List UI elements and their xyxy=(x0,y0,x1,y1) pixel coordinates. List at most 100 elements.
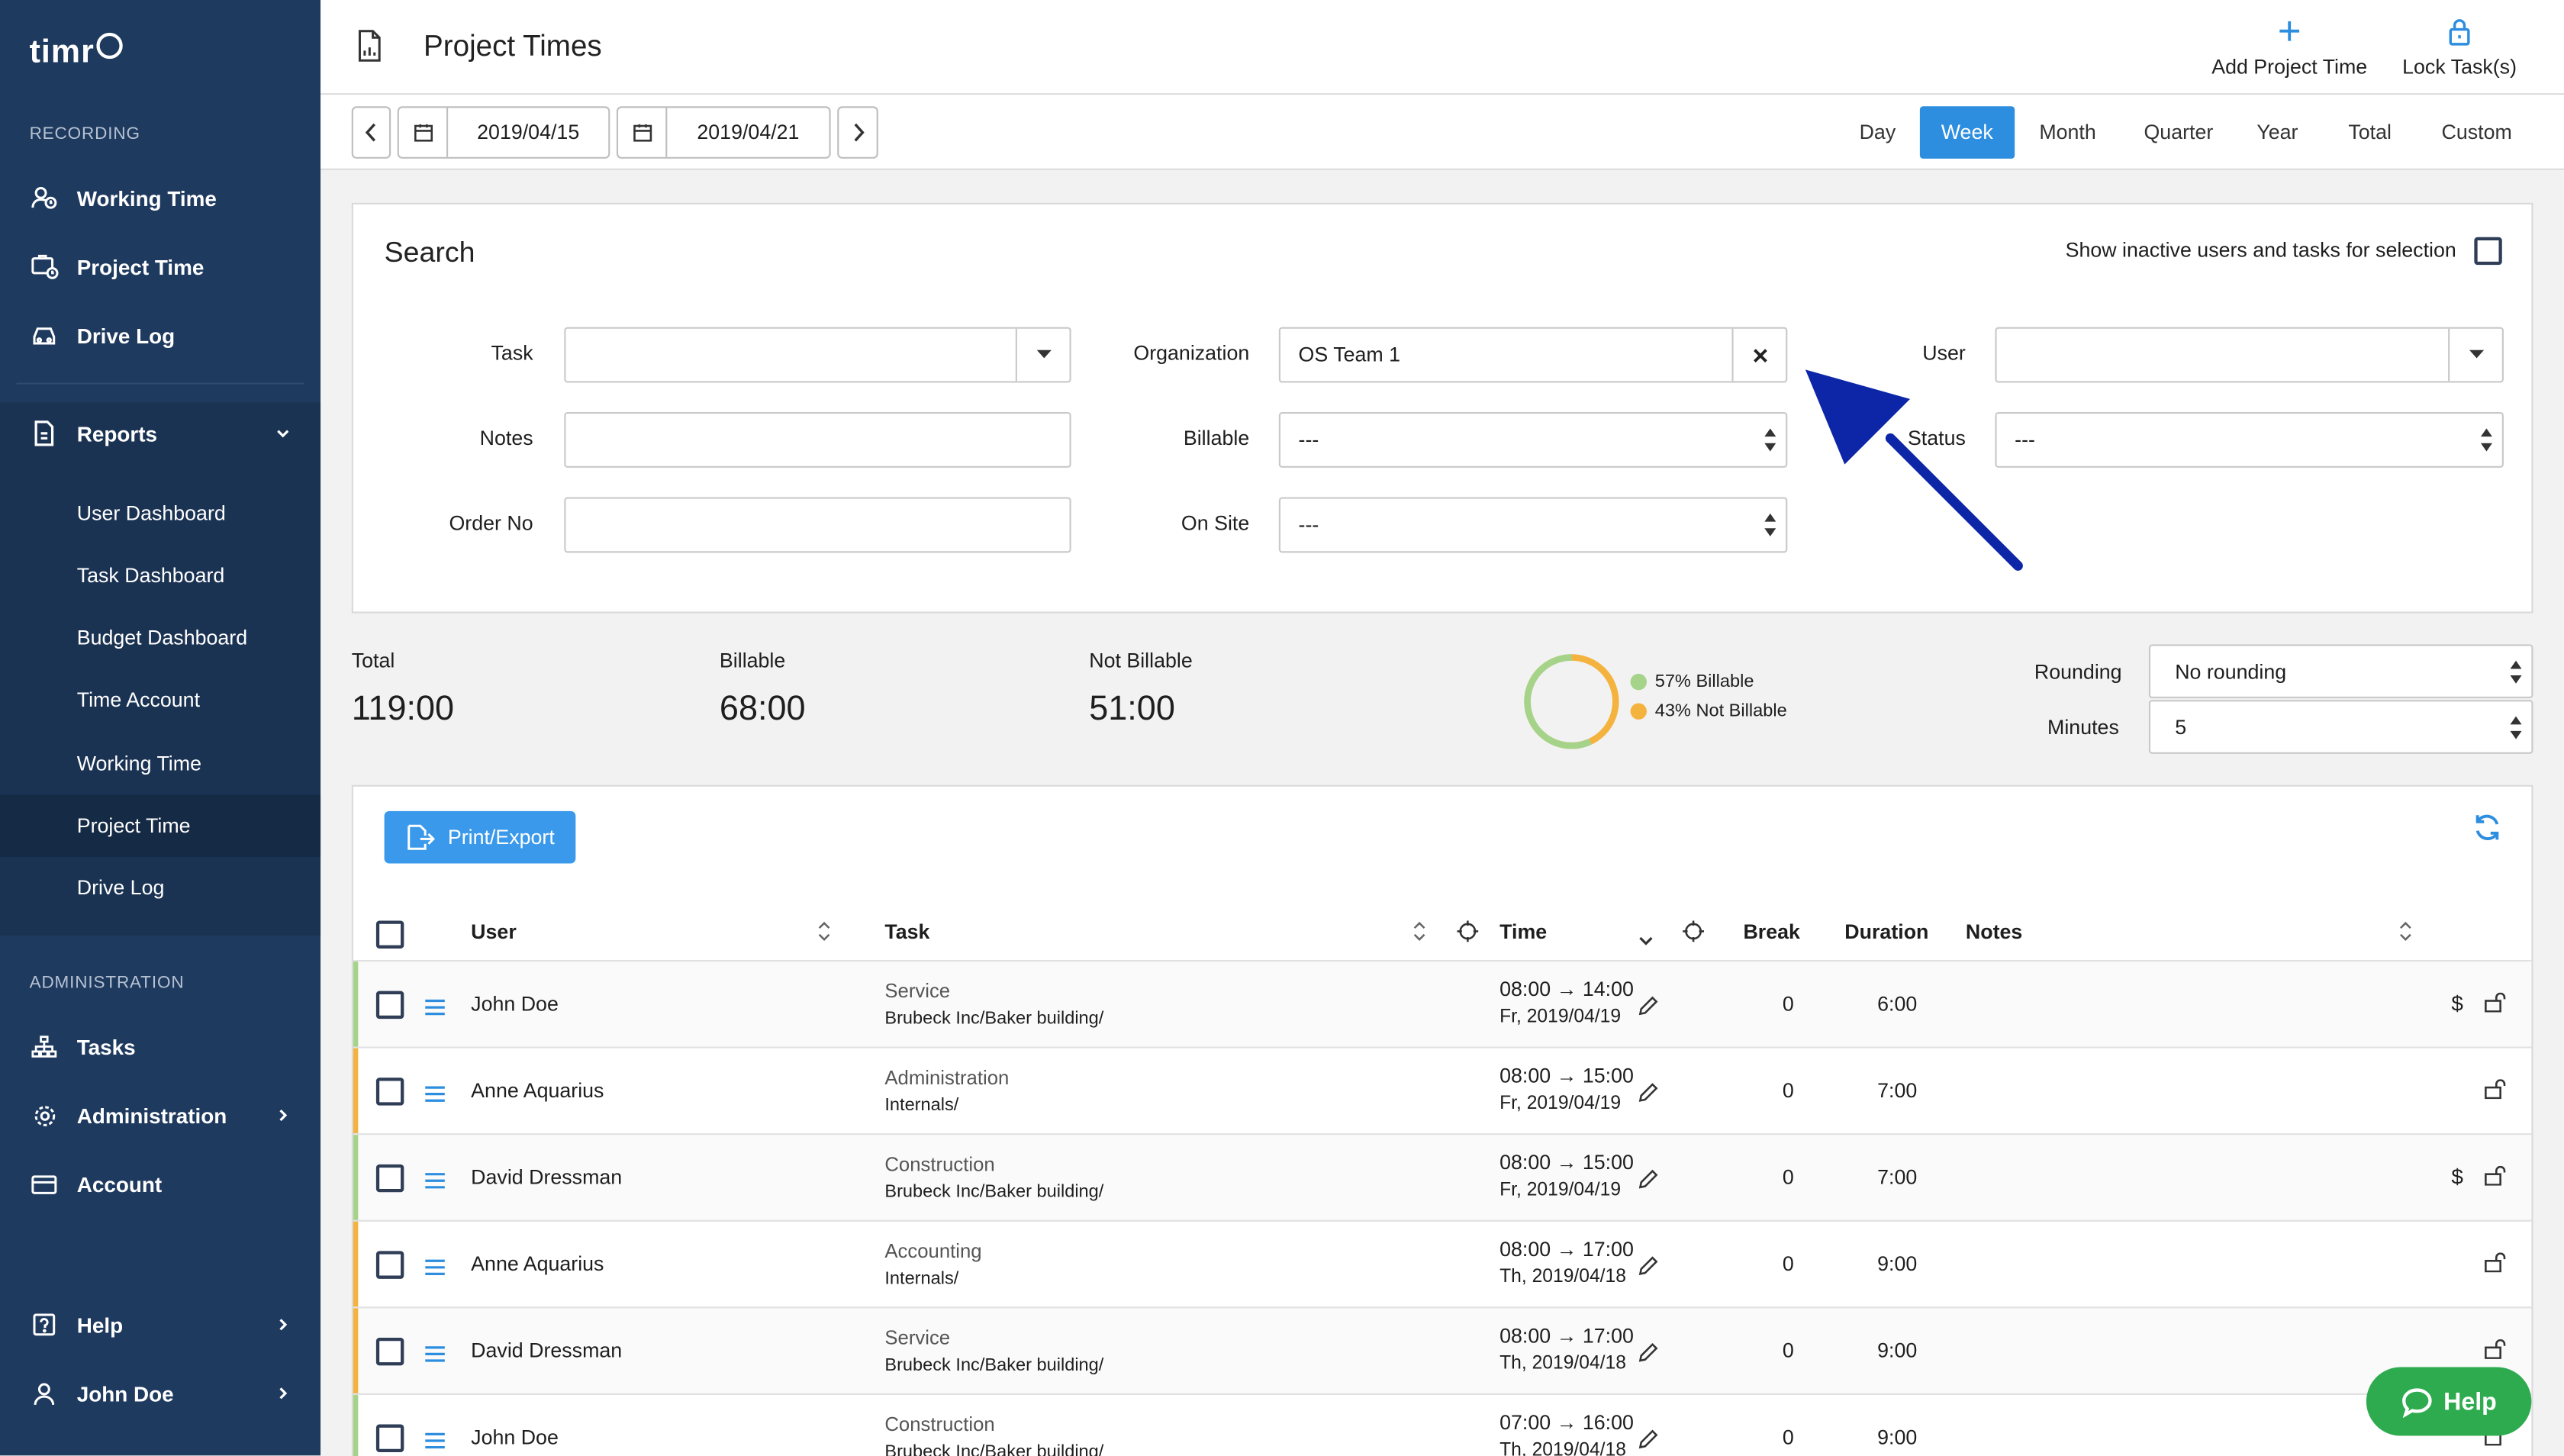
unlock-icon[interactable] xyxy=(2484,1251,2508,1280)
menu-icon[interactable] xyxy=(425,1081,445,1111)
sidebar-item-label: Administration xyxy=(76,1103,227,1128)
notes-input[interactable] xyxy=(564,412,1071,468)
logo[interactable]: timr xyxy=(30,30,123,76)
row-checkbox[interactable] xyxy=(375,1078,404,1106)
sidebar-item-project-time[interactable]: Project Time xyxy=(0,236,320,298)
sidebar-item-account[interactable]: Account xyxy=(0,1153,320,1215)
inactive-toggle-checkbox[interactable] xyxy=(2474,237,2502,266)
lock-tasks-button[interactable]: Lock Task(s) xyxy=(2394,13,2524,79)
chat-bubble-icon xyxy=(2402,1387,2433,1417)
pencil-icon[interactable] xyxy=(1638,1341,1658,1371)
caret-down-icon[interactable] xyxy=(2448,328,2502,382)
chevron-right-icon xyxy=(853,123,864,142)
times-table-panel: Print/Export User Task Time Break Durati… xyxy=(351,784,2533,1456)
add-project-time-button[interactable]: Add Project Time xyxy=(2205,13,2375,79)
sidebar-item-help[interactable]: Help xyxy=(0,1293,320,1355)
task-select[interactable] xyxy=(564,327,1071,383)
period-day[interactable]: Day xyxy=(1838,106,1917,159)
pencil-icon[interactable] xyxy=(1638,1081,1658,1111)
menu-icon[interactable] xyxy=(425,1428,445,1456)
period-quarter[interactable]: Quarter xyxy=(2123,106,2235,159)
report-doc-icon xyxy=(30,419,60,449)
billable-value: --- xyxy=(1298,428,1319,452)
table-row[interactable]: David Dressman Construction Brubeck Inc/Ba… xyxy=(353,1133,2532,1222)
sidebar-subitem-working-time[interactable]: Working Time xyxy=(0,733,320,794)
menu-icon[interactable] xyxy=(425,1255,445,1284)
table-row[interactable]: John Doe Construction Brubeck Inc/Baker bu… xyxy=(353,1393,2532,1456)
col-header-notes[interactable]: Notes xyxy=(1966,921,2022,944)
table-row[interactable]: David Dressman Service Brubeck Inc/Baker b… xyxy=(353,1306,2532,1395)
sidebar-item-user[interactable]: John Doe xyxy=(0,1362,320,1424)
sidebar-item-label: Tasks xyxy=(76,1034,136,1059)
period-total[interactable]: Total xyxy=(2327,106,2412,159)
sort-desc-icon[interactable] xyxy=(1638,926,1653,955)
print-export-button[interactable]: Print/Export xyxy=(384,810,576,864)
minutes-select[interactable]: 5 xyxy=(2148,700,2533,754)
sidebar-item-tasks[interactable]: Tasks xyxy=(0,1016,320,1078)
sidebar-subitem-project-time[interactable]: Project Time xyxy=(0,794,321,857)
period-year[interactable]: Year xyxy=(2235,106,2319,159)
from-date-field[interactable]: 2019/04/15 xyxy=(397,106,610,159)
refresh-icon[interactable] xyxy=(2472,813,2502,850)
sidebar-item-working-time[interactable]: Working Time xyxy=(0,167,320,229)
billable-select[interactable]: --- xyxy=(1278,412,1788,468)
sort-icon[interactable] xyxy=(2399,921,2412,951)
menu-icon[interactable] xyxy=(425,1168,445,1197)
pencil-icon[interactable] xyxy=(1638,994,1658,1024)
dollar-icon[interactable]: $ xyxy=(2451,991,2463,1016)
order-no-input[interactable] xyxy=(564,497,1071,553)
row-checkbox[interactable] xyxy=(375,1424,404,1452)
organization-select[interactable]: OS Team 1 xyxy=(1278,327,1788,383)
sidebar-subitem-user-dashboard[interactable]: User Dashboard xyxy=(0,482,320,544)
sidebar-item-administration[interactable]: Administration xyxy=(0,1084,320,1146)
period-custom[interactable]: Custom xyxy=(2421,106,2533,159)
row-checkbox[interactable] xyxy=(375,1251,404,1279)
row-user: David Dressman xyxy=(471,1339,623,1363)
sidebar-subitem-budget-dashboard[interactable]: Budget Dashboard xyxy=(0,607,320,668)
menu-icon[interactable] xyxy=(425,994,445,1024)
sidebar-item-drive-log[interactable]: Drive Log xyxy=(0,304,320,366)
sidebar-item-reports[interactable]: Reports xyxy=(0,402,320,464)
unlock-icon[interactable] xyxy=(2484,1338,2508,1367)
unlock-icon[interactable] xyxy=(2484,1164,2508,1194)
sort-icon[interactable] xyxy=(1413,921,1426,951)
sidebar-subitem-drive-log[interactable]: Drive Log xyxy=(0,857,320,919)
pencil-icon[interactable] xyxy=(1638,1428,1658,1456)
col-header-break[interactable]: Break xyxy=(1743,921,1799,944)
period-month[interactable]: Month xyxy=(2018,106,2117,159)
select-all-checkbox[interactable] xyxy=(375,920,404,949)
next-period-button[interactable] xyxy=(837,106,878,159)
pencil-icon[interactable] xyxy=(1638,1255,1658,1284)
crosshair-icon[interactable] xyxy=(1457,920,1479,951)
table-row[interactable]: Anne Aquarius Administration Internals/08:… xyxy=(353,1046,2532,1135)
row-task: Accounting xyxy=(884,1239,982,1263)
to-date-field[interactable]: 2019/04/21 xyxy=(616,106,831,159)
legend-not-billable-dot xyxy=(1630,703,1648,720)
row-checkbox[interactable] xyxy=(375,991,404,1020)
on-site-select[interactable]: --- xyxy=(1278,497,1788,553)
user-select[interactable] xyxy=(1995,327,2504,383)
col-header-time[interactable]: Time xyxy=(1499,921,1547,944)
table-row[interactable]: Anne Aquarius Accounting Internals/08:00 →… xyxy=(353,1219,2532,1309)
help-chat-button[interactable]: Help xyxy=(2366,1367,2532,1436)
dollar-icon[interactable]: $ xyxy=(2451,1164,2463,1189)
status-select[interactable]: --- xyxy=(1995,412,2504,468)
sidebar-subitem-time-account[interactable]: Time Account xyxy=(0,668,320,730)
prev-period-button[interactable] xyxy=(351,106,391,159)
sidebar-subitem-task-dashboard[interactable]: Task Dashboard xyxy=(0,545,320,607)
period-week[interactable]: Week xyxy=(1919,106,2015,159)
sort-icon[interactable] xyxy=(818,921,831,951)
unlock-icon[interactable] xyxy=(2484,1078,2508,1107)
row-checkbox[interactable] xyxy=(375,1164,404,1193)
sidebar-item-label: Account xyxy=(76,1171,163,1197)
row-checkbox[interactable] xyxy=(375,1337,404,1366)
col-header-task[interactable]: Task xyxy=(884,921,929,944)
crosshair-icon[interactable] xyxy=(1683,920,1705,951)
pencil-icon[interactable] xyxy=(1638,1168,1658,1197)
col-header-duration[interactable]: Duration xyxy=(1844,921,1928,944)
rounding-select[interactable]: No rounding xyxy=(2148,644,2533,699)
menu-icon[interactable] xyxy=(425,1341,445,1371)
table-row[interactable]: John Doe Service Brubeck Inc/Baker buildin… xyxy=(353,959,2532,1049)
unlock-icon[interactable] xyxy=(2484,991,2508,1021)
col-header-user[interactable]: User xyxy=(471,921,517,944)
